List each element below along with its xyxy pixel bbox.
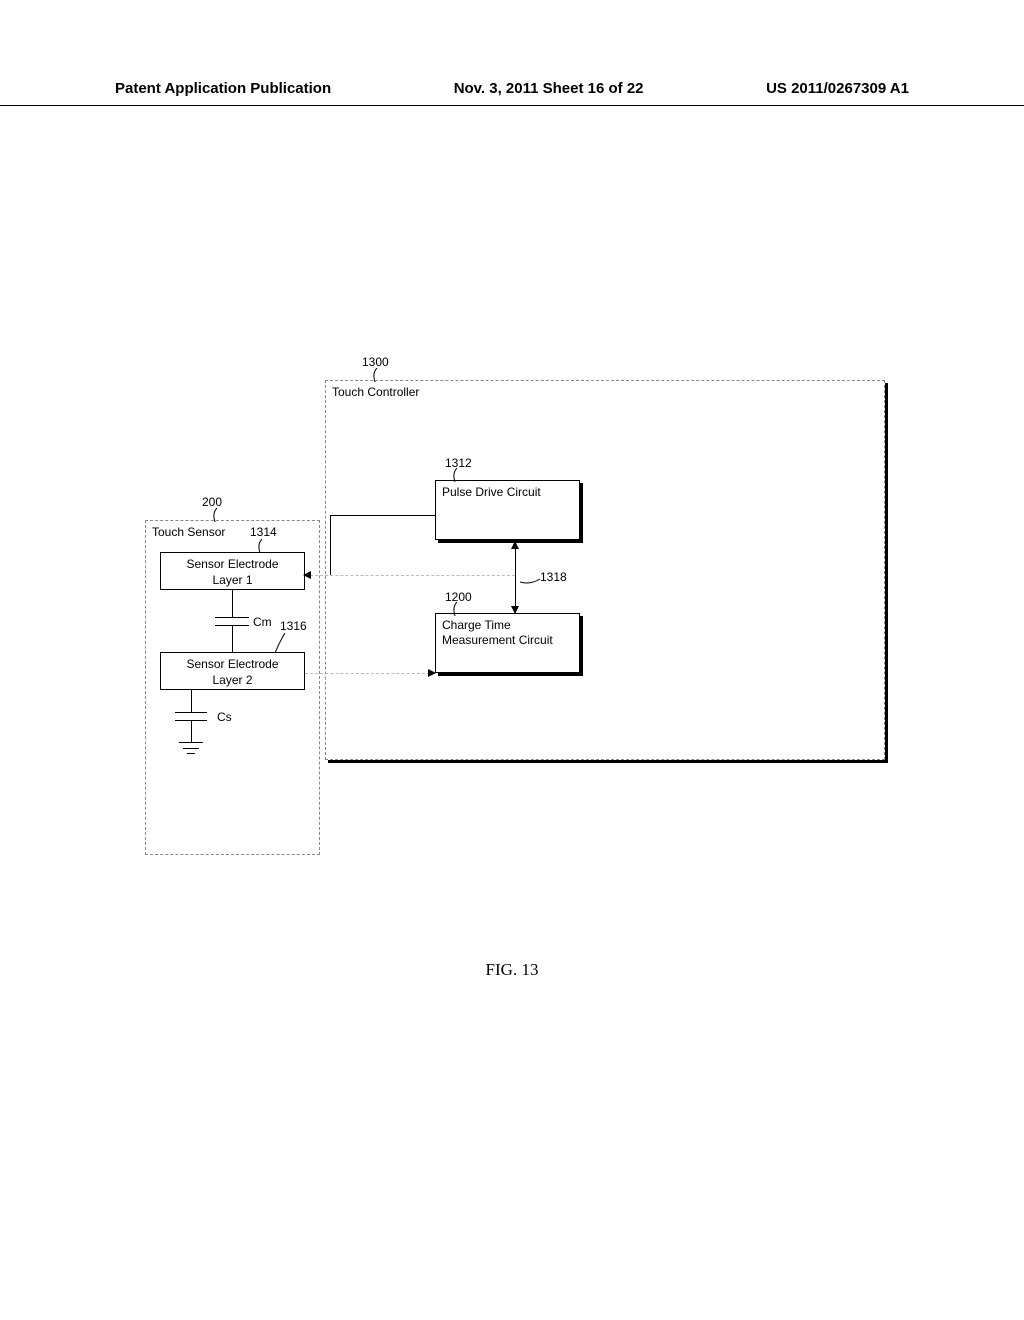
wire-1318 [515, 543, 516, 613]
gnd-3 [187, 753, 195, 754]
wire-cm-to-layer2 [232, 625, 233, 652]
sensor-layer2-line2: Layer 2 [161, 672, 304, 688]
gnd-1 [179, 742, 203, 743]
wire-layer1-to-cm [232, 590, 233, 617]
cm-label: Cm [253, 615, 272, 629]
touch-controller-label: Touch Controller [326, 381, 884, 403]
leader-touch-controller [372, 368, 387, 383]
page-header: Patent Application Publication Nov. 3, 2… [0, 80, 1024, 106]
cs-label: Cs [217, 710, 232, 724]
ref-layer1: 1314 [250, 525, 277, 539]
arrow-to-chargetime [428, 669, 436, 677]
wire-pulse-left [330, 515, 435, 516]
ref-touch-controller: 1300 [362, 355, 389, 369]
wire-from-layer2 [305, 673, 435, 674]
wire-cs-to-gnd [191, 720, 192, 742]
ref-1318: 1318 [540, 570, 567, 584]
header-center: Nov. 3, 2011 Sheet 16 of 22 [454, 80, 644, 97]
header-left: Patent Application Publication [115, 80, 331, 97]
arrow-1318-down [511, 606, 519, 614]
gnd-2 [183, 748, 199, 749]
wire-pulse-down [330, 515, 331, 575]
arrow-1318-up [511, 541, 519, 549]
leader-pulse-drive [452, 468, 467, 483]
sensor-layer1-box: Sensor Electrode Layer 1 [160, 552, 305, 590]
figure-label: FIG. 13 [486, 960, 539, 980]
wire-to-layer1 [305, 575, 515, 576]
arrow-to-layer1 [303, 571, 311, 579]
sensor-layer1-line1: Sensor Electrode [161, 556, 304, 572]
cap-cm-top [215, 617, 249, 618]
ref-layer2: 1316 [280, 619, 307, 633]
charge-time-box: Charge Time Measurement Circuit [435, 613, 580, 673]
touch-sensor-label: Touch Sensor [146, 521, 319, 543]
sensor-layer2-box: Sensor Electrode Layer 2 [160, 652, 305, 690]
header-right: US 2011/0267309 A1 [766, 80, 909, 97]
ref-touch-sensor: 200 [202, 495, 222, 509]
leader-touch-sensor [212, 508, 227, 523]
cap-cs-top [175, 712, 207, 713]
diagram-container: Touch Controller 1300 Touch Sensor 200 1… [145, 355, 885, 875]
charge-time-line1: Charge Time [442, 618, 573, 633]
sensor-layer1-line2: Layer 1 [161, 572, 304, 588]
pulse-drive-box: Pulse Drive Circuit [435, 480, 580, 540]
touch-controller-box: Touch Controller [325, 380, 885, 760]
wire-layer2-to-cs [191, 690, 192, 712]
sensor-layer2-line1: Sensor Electrode [161, 656, 304, 672]
pulse-drive-label: Pulse Drive Circuit [436, 481, 579, 503]
leader-1318 [520, 577, 542, 587]
leader-charge-time [452, 602, 467, 617]
charge-time-line2: Measurement Circuit [442, 633, 573, 648]
